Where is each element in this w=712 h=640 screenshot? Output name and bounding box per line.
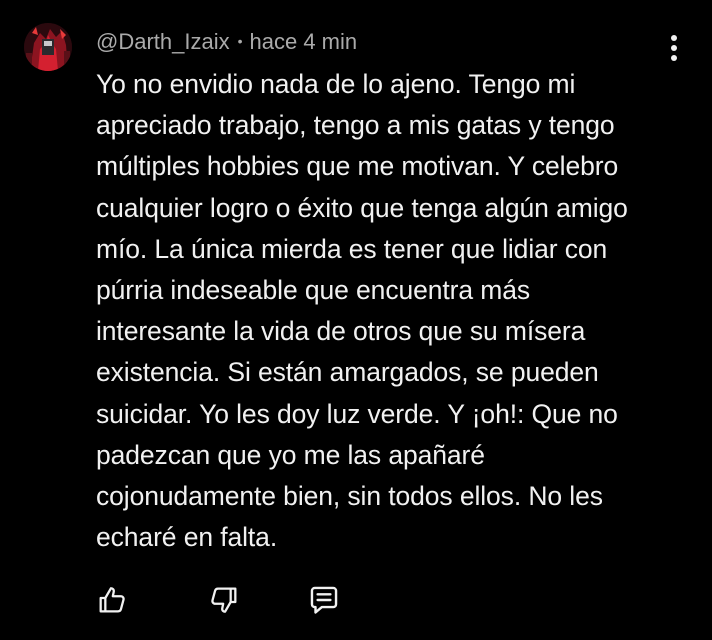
comment-header: @Darth_Izaix • hace 4 min — [96, 27, 357, 56]
more-options-button[interactable] — [660, 28, 688, 68]
reply-button[interactable] — [306, 582, 342, 618]
comment-timestamp[interactable]: hace 4 min — [250, 29, 358, 54]
author-name[interactable]: @Darth_Izaix — [96, 29, 230, 54]
thumb-up-icon — [99, 587, 125, 613]
more-vert-icon — [671, 35, 677, 61]
meta-separator: • — [237, 33, 243, 49]
avatar[interactable] — [24, 23, 72, 71]
thumb-down-icon — [211, 587, 237, 613]
comment-actions — [0, 582, 712, 618]
avatar-image — [24, 23, 72, 71]
dislike-button[interactable] — [206, 582, 242, 618]
like-button[interactable] — [94, 582, 130, 618]
comment-reply-icon — [310, 586, 338, 614]
comment-text: Yo no envidio nada de lo ajeno. Tengo mi… — [96, 69, 628, 553]
